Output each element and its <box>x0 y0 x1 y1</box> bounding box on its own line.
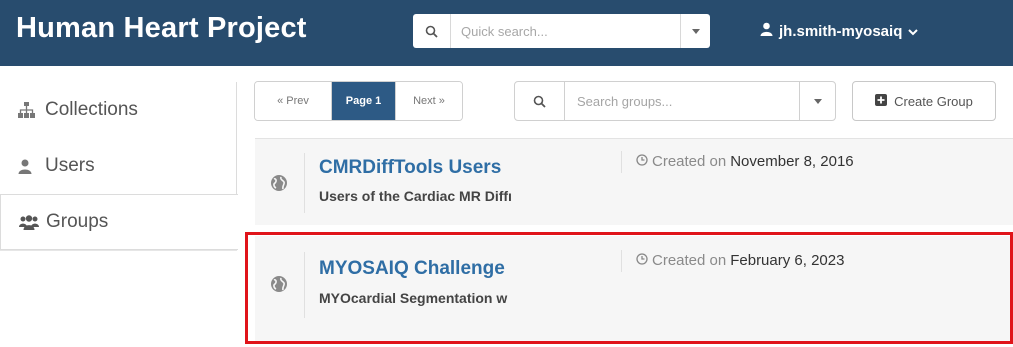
create-group-button[interactable]: Create Group <box>852 81 996 121</box>
caret-down-icon[interactable] <box>680 14 710 48</box>
created-value: February 6, 2023 <box>730 252 845 269</box>
sitemap-icon <box>18 102 40 118</box>
user-icon <box>18 159 40 174</box>
clock-icon <box>636 252 648 269</box>
sidebar-divider <box>0 250 237 251</box>
created-value: November 8, 2016 <box>730 153 854 170</box>
created-prefix: Created on <box>652 252 727 269</box>
users-group-icon <box>19 214 41 230</box>
quick-search-input[interactable]: Quick search... <box>451 24 680 39</box>
user-menu[interactable]: jh.smith-myosaiq <box>760 22 919 40</box>
globe-icon <box>269 274 289 294</box>
current-page-button[interactable]: Page 1 <box>332 82 395 120</box>
app-brand[interactable]: Human Heart Project <box>16 12 307 45</box>
created-date: Created on February 6, 2023 <box>636 252 844 269</box>
next-page-button[interactable]: Next » <box>395 82 462 120</box>
user-icon <box>760 22 773 40</box>
group-name-link[interactable]: CMRDiffTools Users <box>319 157 501 179</box>
pagination: « Prev Page 1 Next » <box>254 81 463 121</box>
row-divider <box>304 252 305 318</box>
sidebar-item-label: Users <box>45 155 95 176</box>
group-search-box[interactable]: Search groups... <box>514 81 836 121</box>
group-row: MYOSAIQ Challenge MYOcardial Segmentatio… <box>255 236 1013 344</box>
plus-square-icon <box>875 93 888 109</box>
search-icon[interactable] <box>413 14 451 48</box>
sidebar: Collections Users Groups <box>0 82 238 251</box>
group-search-input[interactable]: Search groups... <box>565 94 799 109</box>
created-prefix: Created on <box>652 153 727 170</box>
create-group-label: Create Group <box>894 93 973 109</box>
group-description: Users of the Cardiac MR Diffı <box>319 188 512 204</box>
search-icon[interactable] <box>515 82 565 120</box>
group-name-link[interactable]: MYOSAIQ Challenge <box>319 258 505 280</box>
row-divider <box>304 153 305 213</box>
globe-icon <box>269 173 289 193</box>
chevron-down-icon <box>908 23 919 40</box>
sidebar-item-groups[interactable]: Groups <box>0 194 238 250</box>
sidebar-item-users[interactable]: Users <box>0 138 237 194</box>
group-description: MYOcardial Segmentation w <box>319 290 508 306</box>
sidebar-item-label: Groups <box>46 211 109 232</box>
username: jh.smith-myosaiq <box>779 22 903 40</box>
group-row: CMRDiffTools Users Users of the Cardiac … <box>255 138 1013 225</box>
top-navbar: Human Heart Project Quick search... jh.s… <box>0 0 1013 66</box>
created-date: Created on November 8, 2016 <box>636 153 854 170</box>
meta-divider <box>621 151 622 173</box>
quick-search-box[interactable]: Quick search... <box>413 14 710 48</box>
sidebar-item-label: Collections <box>45 99 138 120</box>
caret-down-icon[interactable] <box>799 82 835 120</box>
prev-page-button[interactable]: « Prev <box>255 82 332 120</box>
clock-icon <box>636 153 648 170</box>
sidebar-item-collections[interactable]: Collections <box>0 82 237 138</box>
meta-divider <box>621 250 622 272</box>
